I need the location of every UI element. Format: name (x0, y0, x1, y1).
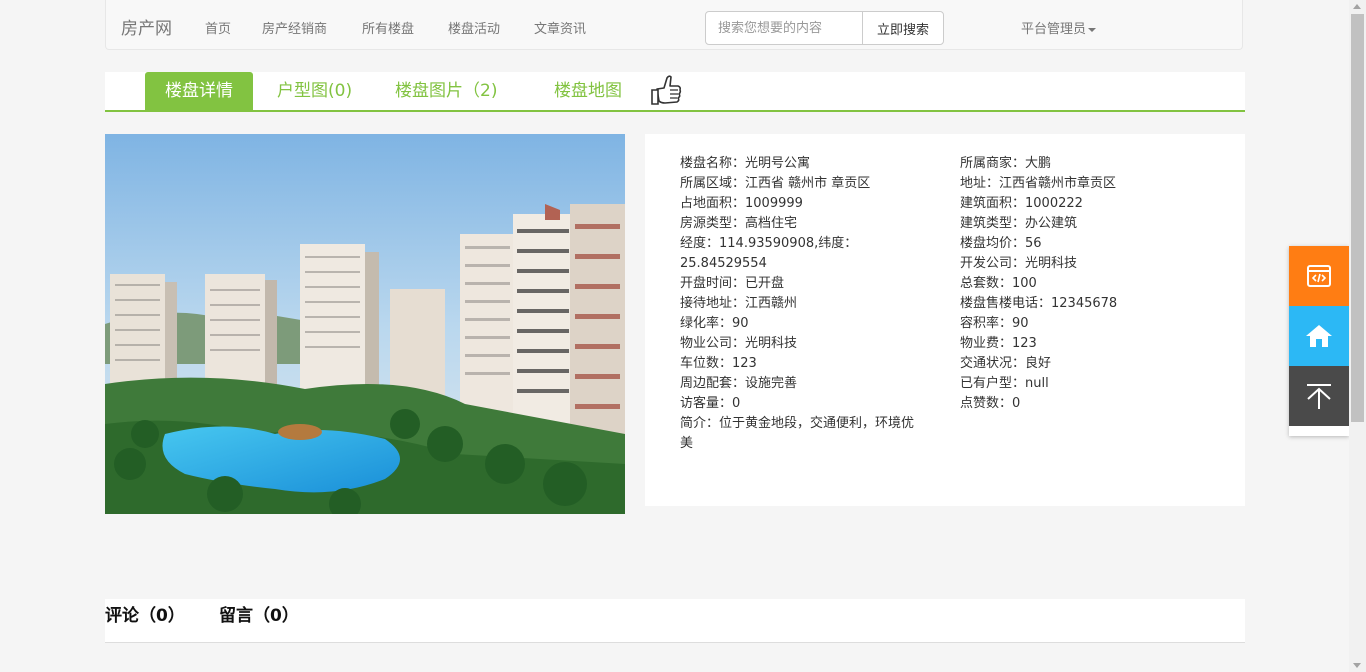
info-building-area: 建筑面积：1000222 (960, 196, 1083, 211)
info-property-company: 物业公司：光明科技 (680, 336, 798, 351)
info-traffic: 交通状况：良好 (960, 356, 1052, 371)
scroll-up-icon[interactable] (1353, 4, 1361, 9)
brand-logo[interactable]: 房产网 (121, 14, 172, 39)
info-green-rate: 绿化率：90 (680, 316, 749, 331)
search-form: 立即搜索 (705, 11, 944, 45)
scroll-down-icon[interactable] (1353, 663, 1361, 668)
chevron-down-icon (1088, 27, 1097, 32)
info-merchant: 所属商家：大鹏 (960, 156, 1052, 171)
info-plot-ratio: 容积率：90 (960, 316, 1029, 331)
tab-map[interactable]: 楼盘地图 (554, 72, 622, 110)
info-column-right: 所属商家：大鹏 地址：江西省赣州市章贡区 建筑面积：1000222 建筑类型：办… (960, 154, 1230, 414)
info-developer: 开发公司：光明科技 (960, 256, 1078, 271)
nav-item-home[interactable]: 首页 (205, 18, 231, 37)
info-coordinates: 经度：114.93590908,纬度：25.84529554 (680, 236, 858, 271)
info-building-type: 建筑类型：办公建筑 (960, 216, 1078, 231)
scrollbar-thumb[interactable] (1351, 14, 1364, 422)
tab-images[interactable]: 楼盘图片（2) (395, 72, 497, 110)
home-icon (1306, 325, 1332, 347)
search-input[interactable] (706, 12, 862, 44)
property-info-panel: 楼盘名称：光明号公寓 所属区域：江西省 赣州市 章贡区 占地面积：1009999… (645, 134, 1245, 506)
page-scrollbar[interactable] (1349, 0, 1366, 672)
info-visits: 访客量：0 (680, 396, 741, 411)
info-land-area: 占地面积：1009999 (680, 196, 803, 211)
tab-details[interactable]: 楼盘详情 (145, 72, 253, 110)
home-button[interactable] (1289, 306, 1349, 366)
comment-tabs: 评论（0） 留言（0） (105, 599, 1245, 643)
info-floor-plans: 已有户型：null (960, 376, 1049, 391)
nav-item-dealers[interactable]: 房产经销商 (262, 18, 327, 37)
tab-messages[interactable]: 留言（0） (219, 601, 299, 626)
info-sales-phone: 楼盘售楼电话：12345678 (960, 296, 1118, 311)
info-name: 楼盘名称：光明号公寓 (680, 156, 811, 171)
back-to-top-icon (1307, 384, 1331, 409)
info-property-fee: 物业费：123 (960, 336, 1037, 351)
info-facilities: 周边配套：设施完善 (680, 376, 798, 391)
nav-item-properties[interactable]: 所有楼盘 (362, 18, 414, 37)
info-reception-address: 接待地址：江西赣州 (680, 296, 798, 311)
info-region: 所属区域：江西省 赣州市 章贡区 (680, 176, 871, 191)
info-total-units: 总套数：100 (960, 276, 1037, 291)
info-intro: 简介：位于黄金地段，交通便利，环境优美 (680, 416, 915, 451)
thumbs-up-icon[interactable] (648, 72, 684, 110)
back-to-top-button[interactable] (1289, 366, 1349, 426)
info-address: 地址：江西省赣州市章贡区 (960, 176, 1117, 191)
info-avg-price: 楼盘均价：56 (960, 236, 1042, 251)
user-menu[interactable]: 平台管理员 (1021, 18, 1097, 37)
info-column-left: 楼盘名称：光明号公寓 所属区域：江西省 赣州市 章贡区 占地面积：1009999… (680, 154, 925, 454)
info-likes: 点赞数：0 (960, 396, 1021, 411)
top-navbar: 房产网 首页 房产经销商 所有楼盘 楼盘活动 文章资讯 立即搜索 平台管理员 (105, 0, 1243, 50)
property-photo (105, 134, 625, 514)
info-house-type: 房源类型：高档住宅 (680, 216, 798, 231)
info-open-time: 开盘时间：已开盘 (680, 276, 785, 291)
code-window-button[interactable] (1289, 246, 1349, 306)
code-window-icon (1307, 265, 1331, 287)
tab-comments[interactable]: 评论（0） (105, 601, 185, 626)
nav-item-articles[interactable]: 文章资讯 (534, 18, 586, 37)
nav-item-events[interactable]: 楼盘活动 (448, 18, 500, 37)
side-float-toolbar (1289, 246, 1349, 436)
info-parking: 车位数：123 (680, 356, 757, 371)
detail-tabs: 楼盘详情 户型图(0) 楼盘图片（2) 楼盘地图 (105, 72, 1245, 112)
tab-floor-plans[interactable]: 户型图(0) (277, 72, 352, 110)
user-name: 平台管理员 (1021, 22, 1087, 37)
search-button[interactable]: 立即搜索 (862, 12, 943, 44)
